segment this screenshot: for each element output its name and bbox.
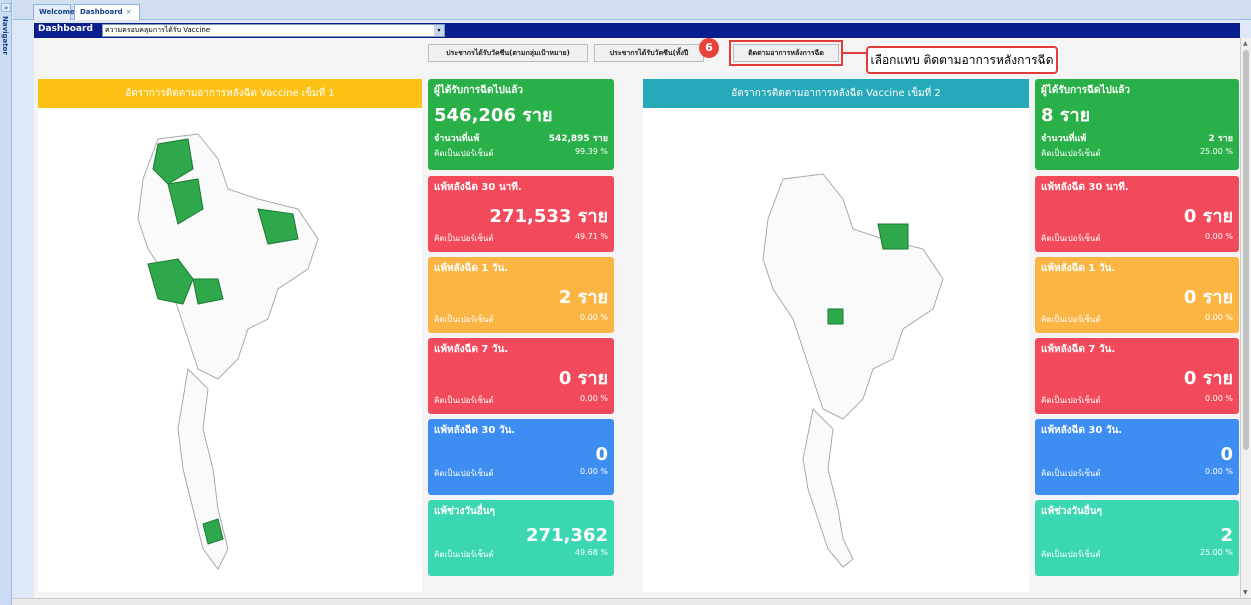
card-title: แพ้หลังฉีด 1 วัน. [434, 263, 509, 274]
chevron-down-icon[interactable]: ▾ [434, 25, 444, 36]
card-value: 2 ราย [558, 287, 608, 308]
card-title: แพ้ช่วงวันอื่นๆ [1041, 506, 1102, 517]
card-title: แพ้หลังฉีด 1 วัน. [1041, 263, 1116, 274]
scroll-up-icon[interactable]: ▲ [1243, 40, 1248, 47]
card-value: 0 ราย [558, 368, 608, 389]
tab-dashboard-label: Dashboard [80, 8, 123, 16]
expand-navigator-icon[interactable]: » [1, 3, 11, 12]
card-percent: 0.00 % [1205, 313, 1233, 322]
card-percent: 25.00 % [1199, 548, 1233, 557]
card-percent: 25.00 % [1199, 147, 1233, 156]
callout-connector [843, 52, 867, 54]
card-percent-label: คิดเป็นเปอร์เซ็นต์ [1041, 149, 1101, 158]
card-value: 271,533 ราย [489, 206, 608, 227]
instruction-callout: เลือกแทบ ติดตามอาการหลังการฉีด [866, 46, 1058, 74]
card-percent: 49.71 % [574, 232, 608, 241]
card-count: 2 ราย [1208, 134, 1233, 144]
card-value: 271,362 [526, 525, 608, 546]
card-title: แพ้หลังฉีด 7 วัน. [434, 344, 509, 355]
card-30day-2: แพ้หลังฉีด 30 วัน. 0 คิดเป็นเปอร์เซ็นต์ 0… [1035, 419, 1239, 495]
scroll-thumb[interactable] [1243, 50, 1249, 450]
card-other-2: แพ้ช่วงวันอื่นๆ 2 คิดเป็นเปอร์เซ็นต์ 25.0… [1035, 500, 1239, 576]
card-1day-1: แพ้หลังฉีด 1 วัน. 2 ราย คิดเป็นเปอร์เซ็น… [428, 257, 614, 333]
tab-welcome-label: Welcome [39, 8, 75, 16]
navigator-panel: » Navigator [0, 0, 12, 605]
card-value: 2 [1220, 525, 1233, 546]
card-value: 0 ราย [1183, 368, 1233, 389]
card-30min-2: แพ้หลังฉีด 30 นาที. 0 ราย คิดเป็นเปอร์เซ… [1035, 176, 1239, 252]
card-percent: 49.68 % [574, 548, 608, 557]
dashboard-title: Dashboard [38, 24, 93, 34]
card-other-1: แพ้ช่วงวันอื่นๆ 271,362 คิดเป็นเปอร์เซ็น… [428, 500, 614, 576]
app-frame: » Navigator Welcome Dashboard × Dashboard… [0, 0, 1251, 605]
card-percent-label: คิดเป็นเปอร์เซ็นต์ [434, 396, 494, 405]
card-percent: 0.00 % [1205, 232, 1233, 241]
navigator-label: Navigator [1, 16, 9, 55]
card-value: 546,206 ราย [434, 105, 553, 126]
card-title: ผู้ได้รับการฉีดไปแล้ว [1041, 85, 1131, 96]
tab-bar: Welcome Dashboard × [13, 0, 1251, 20]
card-percent-label: คิดเป็นเปอร์เซ็นต์ [434, 469, 494, 478]
card-label: จำนวนที่แพ้ [1041, 134, 1087, 144]
dashboard-select-value: ความครอบคลุมการได้รับ Vaccine [105, 26, 211, 34]
card-percent: 0.00 % [580, 394, 608, 403]
card-30day-1: แพ้หลังฉีด 30 วัน. 0 คิดเป็นเปอร์เซ็นต์ 0… [428, 419, 614, 495]
tab-vaccinated-yearly[interactable]: ประชากรได้รับวัคซีน(ทั้งปี [594, 44, 704, 62]
dose2-title: อัตราการติดตามอาการหลังฉีด Vaccine เข็มท… [643, 79, 1029, 108]
card-title: แพ้หลังฉีด 7 วัน. [1041, 344, 1116, 355]
dashboard-select[interactable]: ความครอบคลุมการได้รับ Vaccine ▾ [102, 24, 445, 37]
tab-dashboard[interactable]: Dashboard × [74, 4, 140, 20]
close-icon[interactable]: × [126, 8, 132, 16]
card-percent-label: คิดเป็นเปอร์เซ็นต์ [1041, 469, 1101, 478]
vertical-scrollbar[interactable]: ▲ ▼ [1240, 38, 1251, 598]
card-value: 8 ราย [1041, 105, 1091, 126]
card-count: 542,895 ราย [548, 134, 608, 144]
highlight-box [729, 40, 843, 66]
card-percent-label: คิดเป็นเปอร์เซ็นต์ [1041, 315, 1101, 324]
card-percent: 99.39 % [574, 147, 608, 156]
card-percent-label: คิดเป็นเปอร์เซ็นต์ [434, 315, 494, 324]
card-value: 0 ราย [1183, 287, 1233, 308]
card-percent: 0.00 % [1205, 467, 1233, 476]
card-percent-label: คิดเป็นเปอร์เซ็นต์ [434, 234, 494, 243]
card-30min-1: แพ้หลังฉีด 30 นาที. 271,533 ราย คิดเป็นเ… [428, 176, 614, 252]
dashboard-toolbar: Dashboard ความครอบคลุมการได้รับ Vaccine … [34, 23, 1240, 38]
card-percent-label: คิดเป็นเปอร์เซ็นต์ [1041, 550, 1101, 559]
card-percent-label: คิดเป็นเปอร์เซ็นต์ [1041, 234, 1101, 243]
card-title: แพ้หลังฉีด 30 นาที. [1041, 182, 1129, 193]
card-vaccinated-1: ผู้ได้รับการฉีดไปแล้ว 546,206 ราย จำนวนท… [428, 79, 614, 170]
card-title: แพ้ช่วงวันอื่นๆ [434, 506, 495, 517]
thailand-map-dose1[interactable] [108, 129, 348, 579]
card-percent: 0.00 % [580, 467, 608, 476]
card-vaccinated-2: ผู้ได้รับการฉีดไปแล้ว 8 ราย จำนวนที่แพ้ 2… [1035, 79, 1239, 170]
card-7day-1: แพ้หลังฉีด 7 วัน. 0 ราย คิดเป็นเปอร์เซ็น… [428, 338, 614, 414]
card-value: 0 ราย [1183, 206, 1233, 227]
card-title: ผู้ได้รับการฉีดไปแล้ว [434, 85, 524, 96]
horizontal-scrollbar[interactable] [12, 598, 1251, 605]
thailand-map-dose2[interactable] [733, 169, 973, 569]
card-value: 0 [1220, 444, 1233, 465]
scroll-down-icon[interactable]: ▼ [1243, 589, 1248, 596]
tab-vaccinated-target[interactable]: ประชากรได้รับวัคซีน(ตามกลุ่มเป้าหมาย) [428, 44, 588, 62]
card-title: แพ้หลังฉีด 30 นาที. [434, 182, 522, 193]
dose1-title: อัตราการติดตามอาการหลังฉีด Vaccine เข็มท… [38, 79, 422, 108]
card-percent: 0.00 % [580, 313, 608, 322]
card-value: 0 [595, 444, 608, 465]
dose1-map-panel: อัตราการติดตามอาการหลังฉีด Vaccine เข็มท… [38, 79, 422, 592]
card-percent: 0.00 % [1205, 394, 1233, 403]
card-percent-label: คิดเป็นเปอร์เซ็นต์ [434, 149, 494, 158]
tab-welcome[interactable]: Welcome [33, 4, 75, 20]
card-label: จำนวนที่แพ้ [434, 134, 480, 144]
card-title: แพ้หลังฉีด 30 วัน. [1041, 425, 1123, 436]
step-badge: 6 [699, 38, 719, 58]
card-percent-label: คิดเป็นเปอร์เซ็นต์ [434, 550, 494, 559]
dose2-map-panel: อัตราการติดตามอาการหลังฉีด Vaccine เข็มท… [643, 79, 1029, 592]
card-title: แพ้หลังฉีด 30 วัน. [434, 425, 516, 436]
card-1day-2: แพ้หลังฉีด 1 วัน. 0 ราย คิดเป็นเปอร์เซ็น… [1035, 257, 1239, 333]
card-7day-2: แพ้หลังฉีด 7 วัน. 0 ราย คิดเป็นเปอร์เซ็น… [1035, 338, 1239, 414]
card-percent-label: คิดเป็นเปอร์เซ็นต์ [1041, 396, 1101, 405]
